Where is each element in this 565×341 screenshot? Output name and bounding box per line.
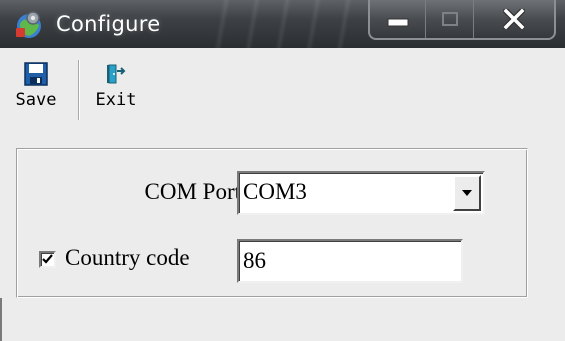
country-code-label: Country code xyxy=(65,245,190,270)
close-icon xyxy=(503,9,525,29)
minimize-button[interactable] xyxy=(370,0,426,38)
window-title: Configure xyxy=(56,12,161,36)
title-bar-decoration xyxy=(200,0,360,48)
caption-buttons xyxy=(368,0,556,40)
toolbar: Save Exit xyxy=(0,48,565,130)
com-port-select[interactable]: COM3 xyxy=(237,171,485,215)
toolbar-separator xyxy=(78,60,80,120)
save-button[interactable]: Save xyxy=(6,62,66,110)
com-port-label: COM Port xyxy=(144,179,242,204)
window-edge xyxy=(0,298,2,341)
country-code-checkbox[interactable] xyxy=(39,251,56,268)
com-port-value: COM3 xyxy=(243,179,307,204)
dropdown-button[interactable] xyxy=(453,175,481,211)
exit-button[interactable]: Exit xyxy=(86,62,146,110)
minimize-icon xyxy=(387,18,408,27)
exit-door-icon xyxy=(107,64,126,84)
save-label: Save xyxy=(15,90,57,110)
maximize-icon xyxy=(441,12,458,26)
exit-label: Exit xyxy=(95,90,137,110)
settings-group: COM Port COM3 Country code xyxy=(16,148,528,298)
country-code-input[interactable] xyxy=(237,239,463,283)
floppy-disk-icon xyxy=(24,62,48,86)
configure-window: Configure Save Exit COM Port COM3 Countr… xyxy=(0,0,565,341)
maximize-button[interactable] xyxy=(426,0,474,38)
chevron-down-icon xyxy=(462,190,472,196)
title-bar[interactable]: Configure xyxy=(0,0,565,48)
settings-globe-icon xyxy=(16,11,41,38)
close-button[interactable] xyxy=(474,0,554,38)
checkmark-icon xyxy=(42,254,53,264)
